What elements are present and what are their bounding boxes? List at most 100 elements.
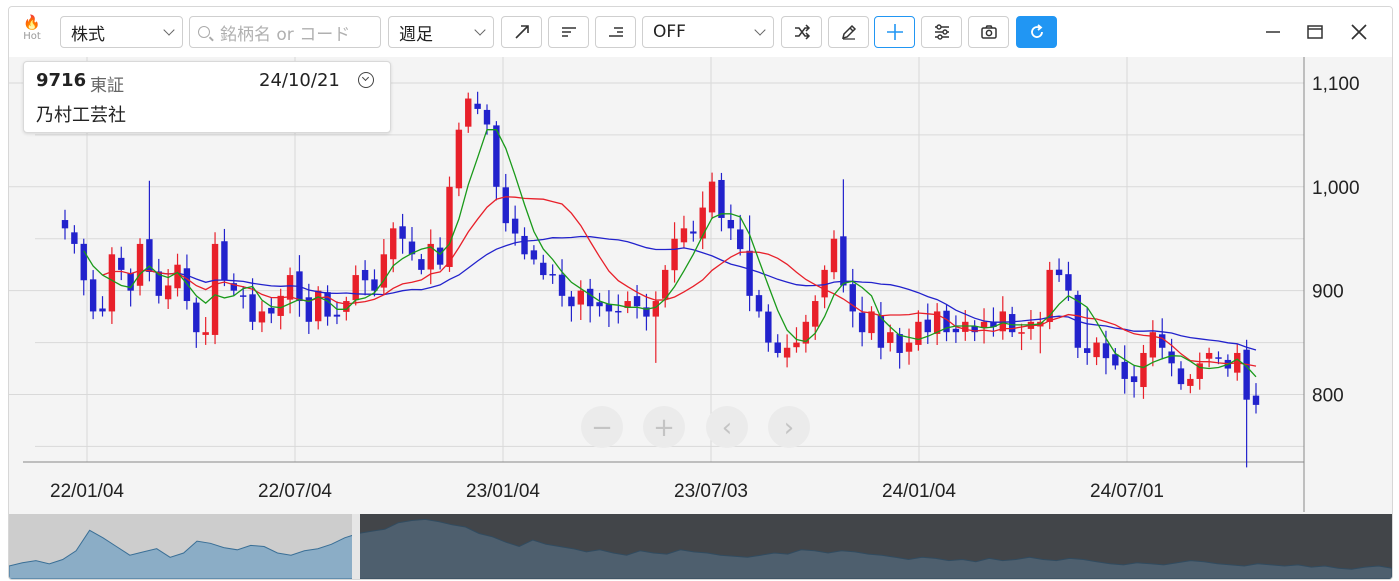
candle[interactable] xyxy=(605,304,613,312)
candle[interactable] xyxy=(530,250,538,260)
candle[interactable] xyxy=(783,347,791,358)
candle[interactable] xyxy=(211,243,219,335)
candle[interactable] xyxy=(193,302,200,333)
candle[interactable] xyxy=(465,98,472,127)
candle[interactable] xyxy=(1130,376,1138,383)
candle[interactable] xyxy=(690,231,697,234)
minimize-button[interactable] xyxy=(1260,19,1286,45)
candle[interactable] xyxy=(568,296,575,307)
candle[interactable] xyxy=(1215,357,1222,359)
refresh-button[interactable] xyxy=(1016,16,1057,48)
candle[interactable] xyxy=(80,243,87,281)
candle[interactable] xyxy=(1046,269,1053,322)
candle[interactable] xyxy=(558,274,566,296)
candle[interactable] xyxy=(671,238,678,271)
candle[interactable] xyxy=(596,302,603,307)
candle[interactable] xyxy=(577,290,584,305)
candle[interactable] xyxy=(511,218,519,234)
candle[interactable] xyxy=(99,308,106,312)
candle[interactable] xyxy=(1055,269,1063,276)
candle[interactable] xyxy=(164,285,172,300)
candle[interactable] xyxy=(249,294,256,322)
candle[interactable] xyxy=(1168,351,1175,364)
candle[interactable] xyxy=(765,311,772,343)
candle[interactable] xyxy=(390,228,397,260)
chevron-circle-down-icon[interactable] xyxy=(358,72,374,88)
candle[interactable] xyxy=(924,319,931,333)
crosshair-button[interactable] xyxy=(874,16,915,48)
candle[interactable] xyxy=(1243,349,1250,400)
candle[interactable] xyxy=(1187,378,1194,386)
candle[interactable] xyxy=(108,254,116,312)
candle[interactable] xyxy=(455,129,463,189)
candle[interactable] xyxy=(1252,395,1260,405)
settings-button[interactable] xyxy=(921,16,962,48)
candle[interactable] xyxy=(737,229,744,250)
candle[interactable] xyxy=(174,264,181,289)
candle[interactable] xyxy=(277,295,284,316)
candle[interactable] xyxy=(793,342,800,348)
candle[interactable] xyxy=(361,269,369,281)
candle[interactable] xyxy=(446,186,453,267)
candle[interactable] xyxy=(718,179,725,218)
candle[interactable] xyxy=(483,109,491,125)
candle[interactable] xyxy=(1140,352,1147,388)
candle[interactable] xyxy=(830,238,838,273)
draw-button[interactable] xyxy=(828,16,869,48)
indicator-select[interactable]: OFF xyxy=(642,16,774,48)
candle[interactable] xyxy=(1065,274,1072,291)
candle[interactable] xyxy=(868,311,875,334)
candle[interactable] xyxy=(136,243,144,286)
candle[interactable] xyxy=(268,307,275,314)
candle[interactable] xyxy=(774,342,781,353)
candle[interactable] xyxy=(755,295,763,312)
candle[interactable] xyxy=(661,269,669,299)
candle[interactable] xyxy=(118,257,125,270)
candle[interactable] xyxy=(61,220,69,229)
candle[interactable] xyxy=(71,232,78,244)
candle[interactable] xyxy=(474,103,481,109)
candle[interactable] xyxy=(502,187,509,224)
candle[interactable] xyxy=(615,310,622,313)
candle[interactable] xyxy=(1008,314,1016,333)
candle[interactable] xyxy=(887,332,894,343)
candle[interactable] xyxy=(1083,348,1091,353)
candle[interactable] xyxy=(352,275,359,301)
candle[interactable] xyxy=(549,274,556,276)
candle[interactable] xyxy=(1018,332,1025,334)
candle[interactable] xyxy=(333,314,341,317)
close-button[interactable] xyxy=(1346,19,1372,45)
candle[interactable] xyxy=(315,290,322,322)
candle[interactable] xyxy=(915,321,922,345)
candle[interactable] xyxy=(1177,368,1185,385)
candle[interactable] xyxy=(905,342,913,352)
candle[interactable] xyxy=(146,239,153,272)
candle[interactable] xyxy=(746,250,753,296)
candle[interactable] xyxy=(727,219,735,229)
shuffle-button[interactable] xyxy=(781,16,822,48)
candle[interactable] xyxy=(952,328,960,333)
period-select[interactable]: 週足 xyxy=(388,16,494,48)
candle[interactable] xyxy=(202,332,209,335)
candle[interactable] xyxy=(399,226,406,239)
hot-button[interactable]: 🔥 Hot xyxy=(15,15,49,51)
candle[interactable] xyxy=(699,207,706,239)
screenshot-button[interactable] xyxy=(968,16,1009,48)
candle[interactable] xyxy=(840,236,847,286)
candle[interactable] xyxy=(708,181,716,213)
overview-handle[interactable] xyxy=(352,514,360,579)
candle[interactable] xyxy=(239,295,247,297)
candle[interactable] xyxy=(540,262,547,276)
candle[interactable] xyxy=(812,301,819,327)
security-type-select[interactable]: 株式 xyxy=(60,16,183,48)
candle[interactable] xyxy=(286,275,294,300)
candle[interactable] xyxy=(324,292,331,317)
candle[interactable] xyxy=(1205,352,1213,359)
candle[interactable] xyxy=(633,296,641,307)
candle[interactable] xyxy=(1093,342,1100,358)
candle[interactable] xyxy=(521,235,528,255)
right-aligned-lines-button[interactable] xyxy=(595,16,636,48)
trend-line-button[interactable] xyxy=(501,16,542,48)
horizontal-lines-button[interactable] xyxy=(548,16,589,48)
candle[interactable] xyxy=(1121,361,1128,379)
